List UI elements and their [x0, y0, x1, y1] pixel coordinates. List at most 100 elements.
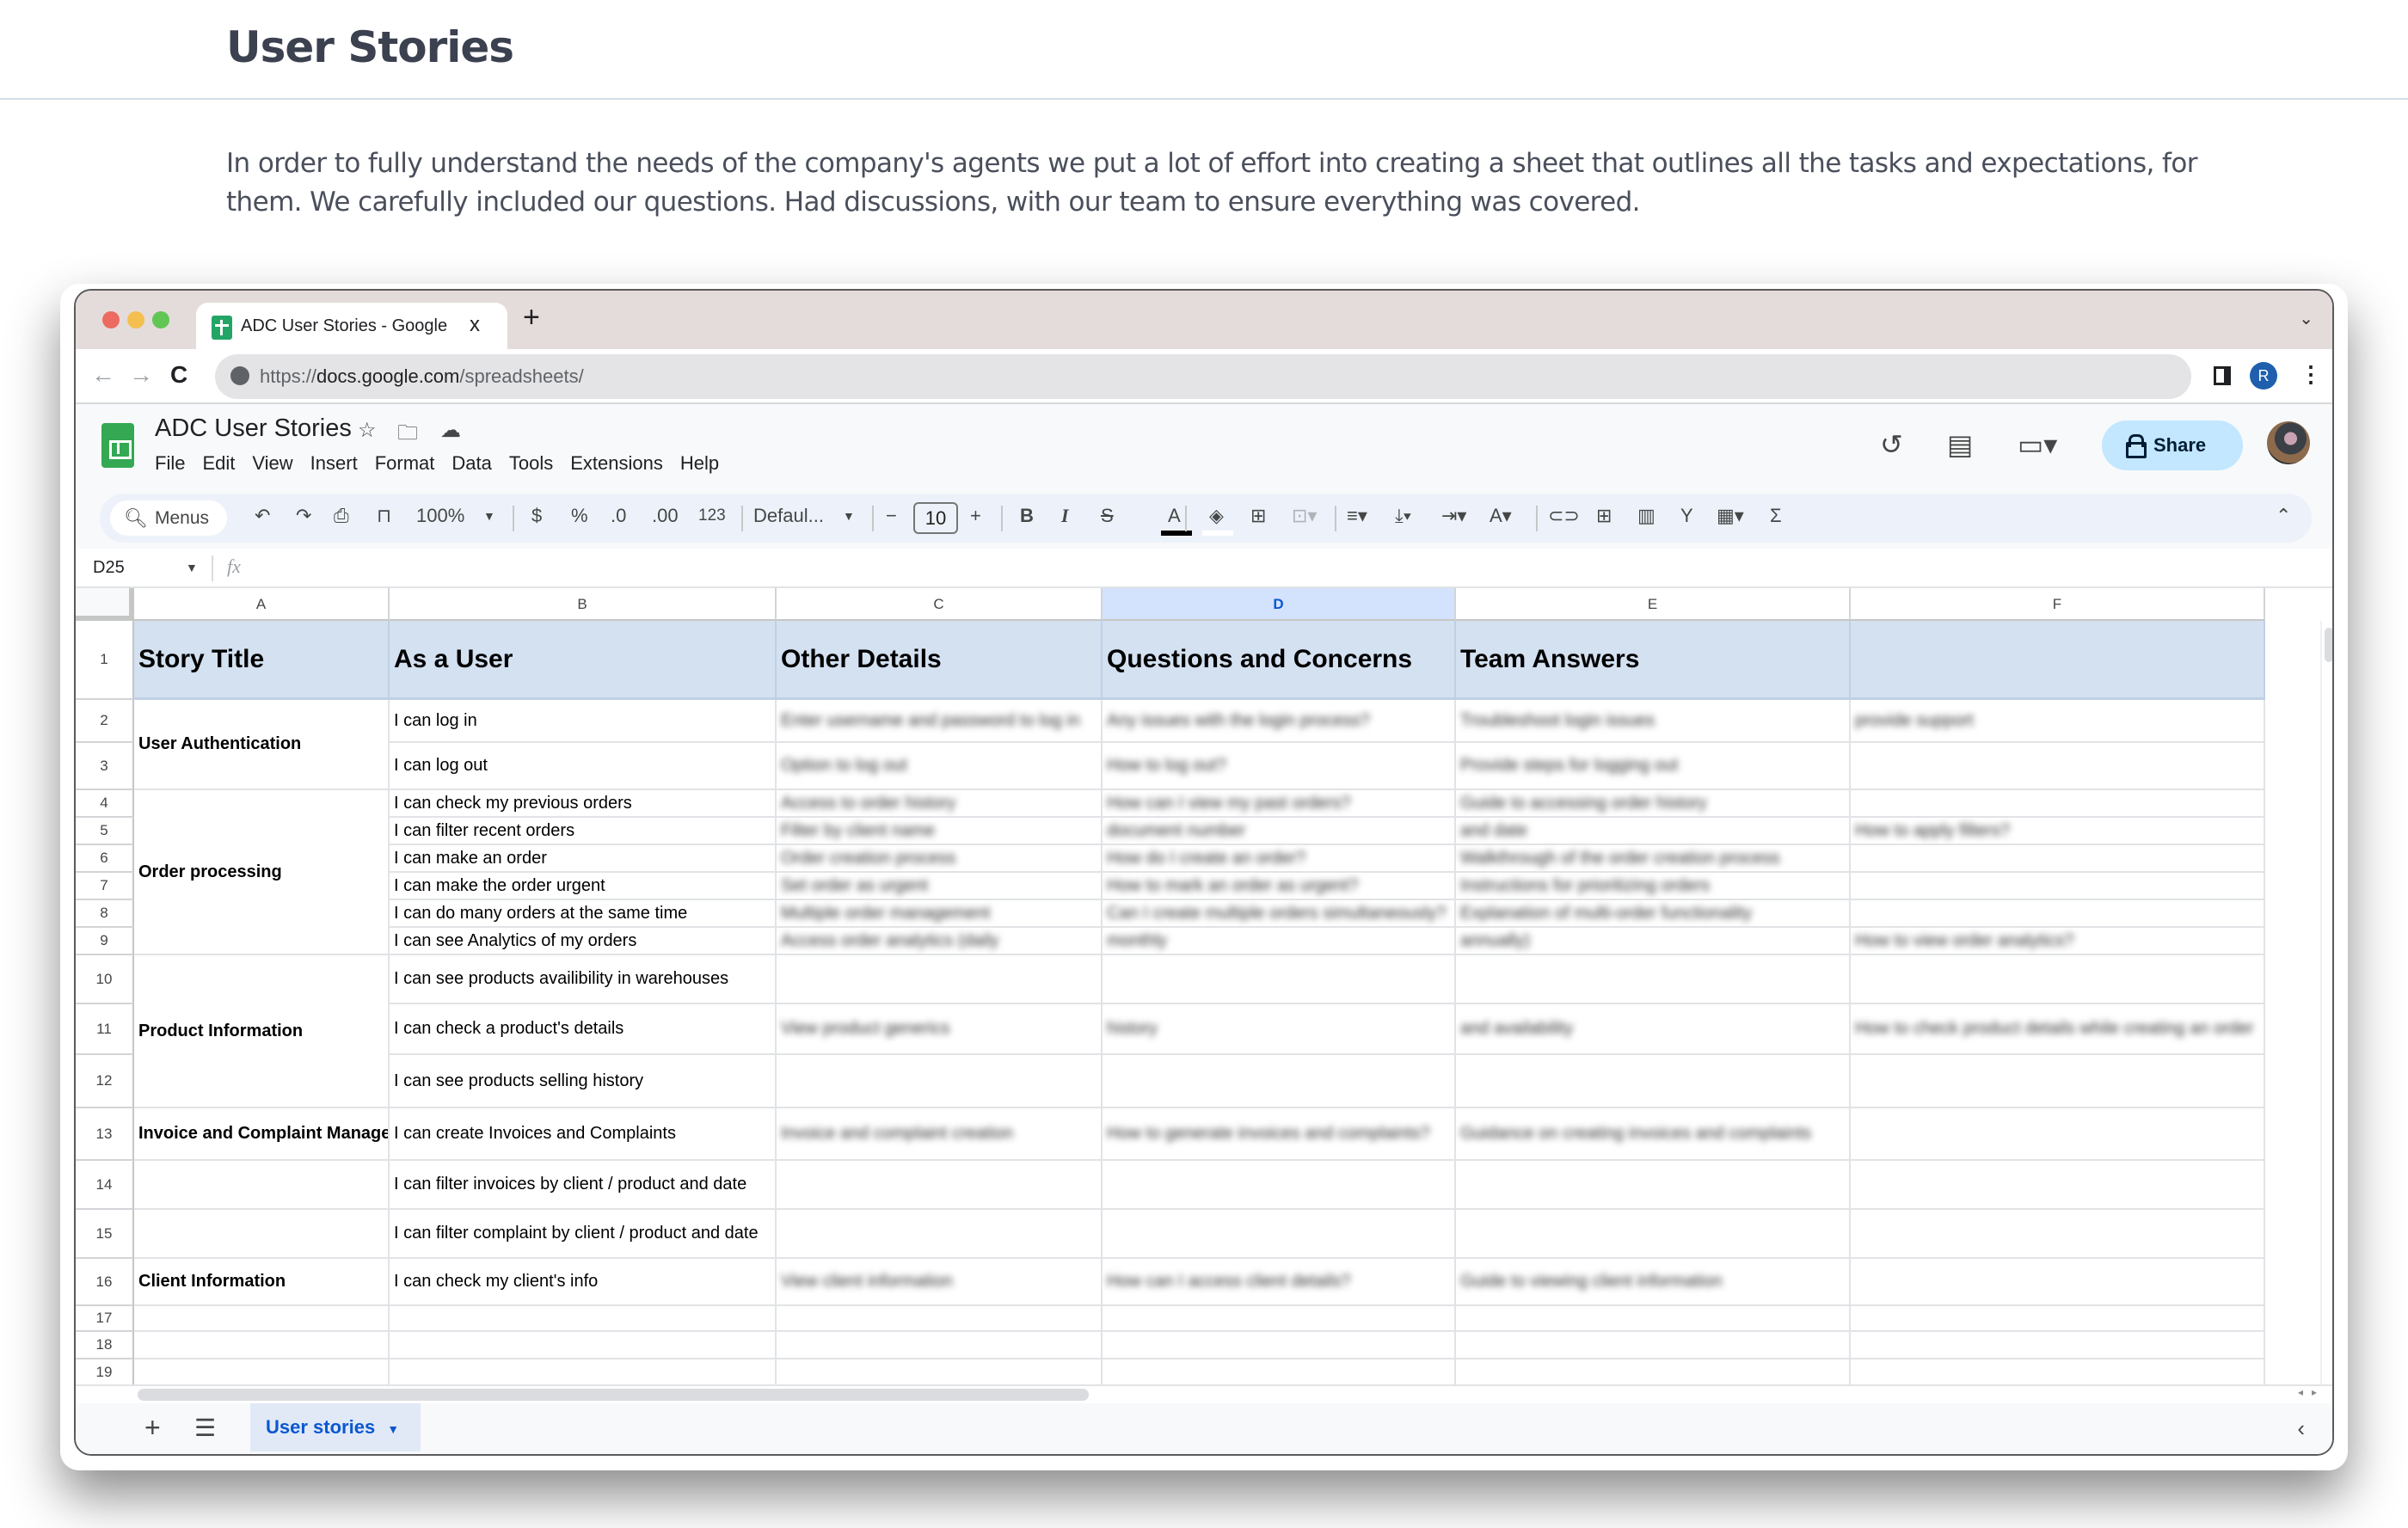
user-story-cell[interactable]: I can filter invoices by client / produc… — [390, 1161, 777, 1210]
grid-cell[interactable] — [1851, 845, 2265, 873]
back-arrow-icon[interactable]: ← — [91, 361, 115, 389]
grid-cell[interactable]: Order creation process — [777, 845, 1103, 873]
header-cell[interactable]: Team Answers — [1456, 621, 1851, 700]
grid-cell[interactable]: Can I create multiple orders simultaneou… — [1103, 900, 1456, 928]
insert-chart-icon[interactable]: ▥ — [1637, 505, 1656, 527]
user-story-cell[interactable] — [390, 1359, 777, 1384]
user-story-cell[interactable]: I can check my client's info — [390, 1259, 777, 1306]
grid-cell[interactable] — [1103, 1161, 1456, 1210]
maximize-window-button[interactable] — [152, 311, 169, 328]
story-title-cell[interactable]: Product Information — [134, 955, 390, 1108]
minimize-window-button[interactable] — [127, 311, 144, 328]
font-caret-icon[interactable]: ▼ — [843, 509, 855, 523]
redo-icon[interactable]: ↷ — [296, 505, 311, 527]
insert-comment-icon[interactable]: ⊞ — [1596, 505, 1612, 527]
grid-cell[interactable]: View product generics — [777, 1004, 1103, 1055]
grid-cell[interactable]: Invoice and complaint creation — [777, 1108, 1103, 1161]
story-title-cell[interactable]: User Authentication — [134, 700, 390, 790]
grid-cell[interactable]: Guide to viewing client information — [1456, 1259, 1851, 1306]
menu-format[interactable]: Format — [375, 452, 435, 475]
grid-cell[interactable]: How can I access client details? — [1103, 1259, 1456, 1306]
user-story-cell[interactable]: I can filter recent orders — [390, 818, 777, 845]
row-header[interactable]: 3 — [76, 743, 134, 790]
header-cell[interactable]: Story Title — [134, 621, 390, 700]
paint-format-icon[interactable]: ⊓ — [377, 505, 391, 527]
user-story-cell[interactable]: I can do many orders at the same time — [390, 900, 777, 928]
grid-cell[interactable] — [1456, 1306, 1851, 1332]
row-header[interactable]: 8 — [76, 900, 134, 928]
vertical-scroll-thumb[interactable] — [2325, 628, 2332, 662]
story-title-cell[interactable] — [134, 1161, 390, 1210]
grid-cell[interactable]: How to apply filters? — [1851, 818, 2265, 845]
grid-cell[interactable] — [777, 1210, 1103, 1259]
account-avatar[interactable] — [2267, 421, 2310, 464]
user-story-cell[interactable]: I can make an order — [390, 845, 777, 873]
grid-cell[interactable] — [1851, 1359, 2265, 1384]
tab-search-chevron-icon[interactable]: ⌄ — [2299, 308, 2313, 329]
user-story-cell[interactable]: I can log in — [390, 700, 777, 743]
grid-cell[interactable] — [1456, 1055, 1851, 1108]
comments-icon[interactable]: ▤ — [1947, 428, 1973, 461]
grid-cell[interactable] — [1851, 900, 2265, 928]
forward-arrow-icon[interactable]: → — [129, 361, 153, 389]
grid-cell[interactable] — [777, 1332, 1103, 1359]
menu-tools[interactable]: Tools — [509, 452, 553, 475]
grid-cell[interactable] — [1456, 955, 1851, 1004]
reload-icon[interactable]: C — [170, 361, 187, 389]
menu-edit[interactable]: Edit — [202, 452, 235, 475]
grid-cell[interactable] — [1103, 1359, 1456, 1384]
more-formats-button[interactable]: 123 — [698, 506, 726, 525]
currency-format-button[interactable]: $ — [531, 505, 542, 527]
grid-cell[interactable] — [1851, 873, 2265, 900]
grid-cell[interactable] — [1851, 1210, 2265, 1259]
grid-cell[interactable] — [1851, 743, 2265, 790]
search-menus-button[interactable]: 🔍︎ Menus — [110, 500, 227, 536]
scroll-right-icon[interactable]: ▸ — [2312, 1386, 2317, 1398]
row-header[interactable]: 2 — [76, 700, 134, 743]
vertical-scrollbar[interactable] — [2320, 621, 2332, 1384]
horizontal-scroll-thumb[interactable] — [138, 1389, 1089, 1401]
italic-button[interactable]: I — [1061, 505, 1069, 527]
row-header[interactable]: 12 — [76, 1055, 134, 1108]
row-header[interactable]: 1 — [76, 621, 134, 700]
user-story-cell[interactable]: I can see products availibility in wareh… — [390, 955, 777, 1004]
menu-view[interactable]: View — [252, 452, 292, 475]
grid-cell[interactable] — [1456, 1332, 1851, 1359]
sheets-logo-icon[interactable] — [101, 423, 134, 468]
grid-cell[interactable] — [777, 1161, 1103, 1210]
grid-cell[interactable] — [1456, 1210, 1851, 1259]
zoom-select[interactable]: 100% — [416, 505, 464, 527]
merge-cells-icon[interactable]: ⊡▾ — [1292, 505, 1317, 527]
user-story-cell[interactable]: I can see Analytics of my orders — [390, 928, 777, 955]
grid-cell[interactable]: Enter username and password to log in — [777, 700, 1103, 743]
explore-chevron-icon[interactable]: ‹ — [2297, 1415, 2305, 1442]
increase-font-size-button[interactable]: + — [970, 505, 981, 527]
vertical-align-icon[interactable]: ⤓▾ — [1395, 505, 1411, 527]
scroll-left-icon[interactable]: ◂ — [2298, 1386, 2303, 1398]
row-header[interactable]: 13 — [76, 1108, 134, 1161]
grid-cell[interactable]: View client information — [777, 1259, 1103, 1306]
close-tab-icon[interactable]: x — [470, 313, 480, 337]
grid-cell[interactable]: and availability — [1456, 1004, 1851, 1055]
grid-cell[interactable]: How can I view my past orders? — [1103, 790, 1456, 818]
new-tab-button[interactable]: + — [523, 301, 540, 334]
grid-cell[interactable]: Walkthrough of the order creation proces… — [1456, 845, 1851, 873]
story-title-cell[interactable]: Invoice and Complaint Management — [134, 1108, 390, 1161]
grid-cell[interactable]: Filter by client name — [777, 818, 1103, 845]
spreadsheet-grid[interactable]: ABCDEF1234567891011121314151617181920Sto… — [76, 588, 2332, 1384]
menu-data[interactable]: Data — [452, 452, 491, 475]
horizontal-scrollbar[interactable]: ◂ ▸ — [76, 1384, 2332, 1403]
grid-cell[interactable]: Guide to accessing order history — [1456, 790, 1851, 818]
all-sheets-icon[interactable]: ☰ — [194, 1414, 216, 1442]
grid-cell[interactable] — [134, 1332, 390, 1359]
user-story-cell[interactable]: I can filter complaint by client / produ… — [390, 1210, 777, 1259]
increase-decimal-button[interactable]: .00 — [652, 505, 679, 527]
grid-cell[interactable] — [777, 1359, 1103, 1384]
column-header-d[interactable]: D — [1103, 588, 1456, 621]
add-sheet-button[interactable]: + — [144, 1412, 161, 1444]
grid-cell[interactable]: Provide steps for logging out — [1456, 743, 1851, 790]
borders-icon[interactable]: ⊞ — [1250, 505, 1266, 527]
row-header[interactable]: 11 — [76, 1004, 134, 1055]
row-header[interactable]: 16 — [76, 1259, 134, 1306]
row-header[interactable]: 6 — [76, 845, 134, 873]
